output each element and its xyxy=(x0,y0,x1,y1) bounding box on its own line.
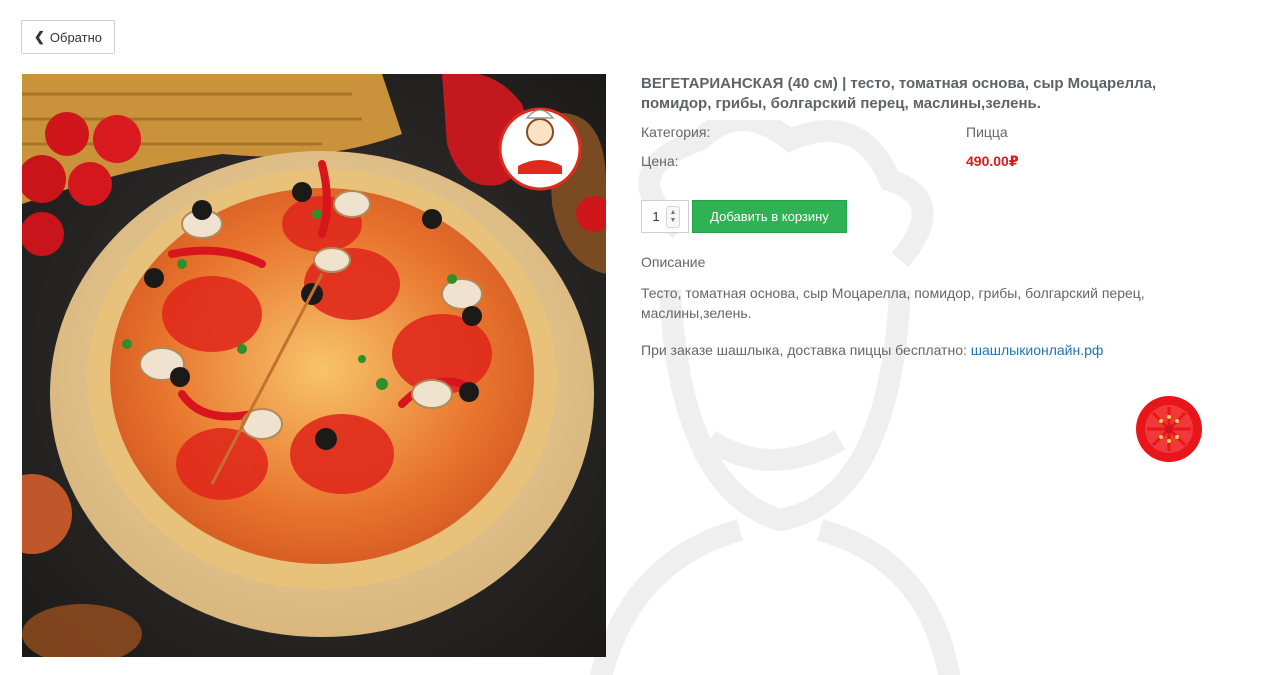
product-title: ВЕГЕТАРИАНСКАЯ (40 см) | тесто, томатная… xyxy=(641,75,1157,112)
promo-label: При заказе шашлыка, доставка пиццы беспл… xyxy=(641,342,971,358)
promo-link[interactable]: шашлыкионлайн.рф xyxy=(971,342,1104,358)
quantity-value[interactable]: 1 xyxy=(642,209,666,224)
description-text: Тесто, томатная основа, сыр Моцарелла, п… xyxy=(641,285,1145,321)
product-image xyxy=(22,74,606,657)
add-to-cart-button[interactable]: Добавить в корзину xyxy=(692,200,847,233)
tomato-floating-button[interactable] xyxy=(1135,395,1203,463)
price-value: 490.00₽ xyxy=(966,153,1019,169)
back-button-label: Обратно xyxy=(49,29,102,45)
description-heading: Описание xyxy=(641,254,706,270)
spinner-arrows-icon[interactable]: ▲ ▼ xyxy=(666,205,680,228)
back-button[interactable]: ❮ Обратно xyxy=(21,20,115,54)
category-label: Категория: xyxy=(641,124,711,140)
category-value: Пицца xyxy=(966,124,1008,140)
price-label: Цена: xyxy=(641,153,679,169)
promo-text: При заказе шашлыка, доставка пиццы беспл… xyxy=(641,342,1103,358)
chevron-left-icon: ❮ xyxy=(33,28,45,44)
pizza-photo xyxy=(22,74,606,657)
chevron-up-icon[interactable]: ▲ xyxy=(670,209,677,217)
quantity-stepper[interactable]: 1 ▲ ▼ xyxy=(641,200,689,233)
tomato-icon xyxy=(1136,396,1202,462)
chevron-down-icon[interactable]: ▼ xyxy=(670,217,677,225)
